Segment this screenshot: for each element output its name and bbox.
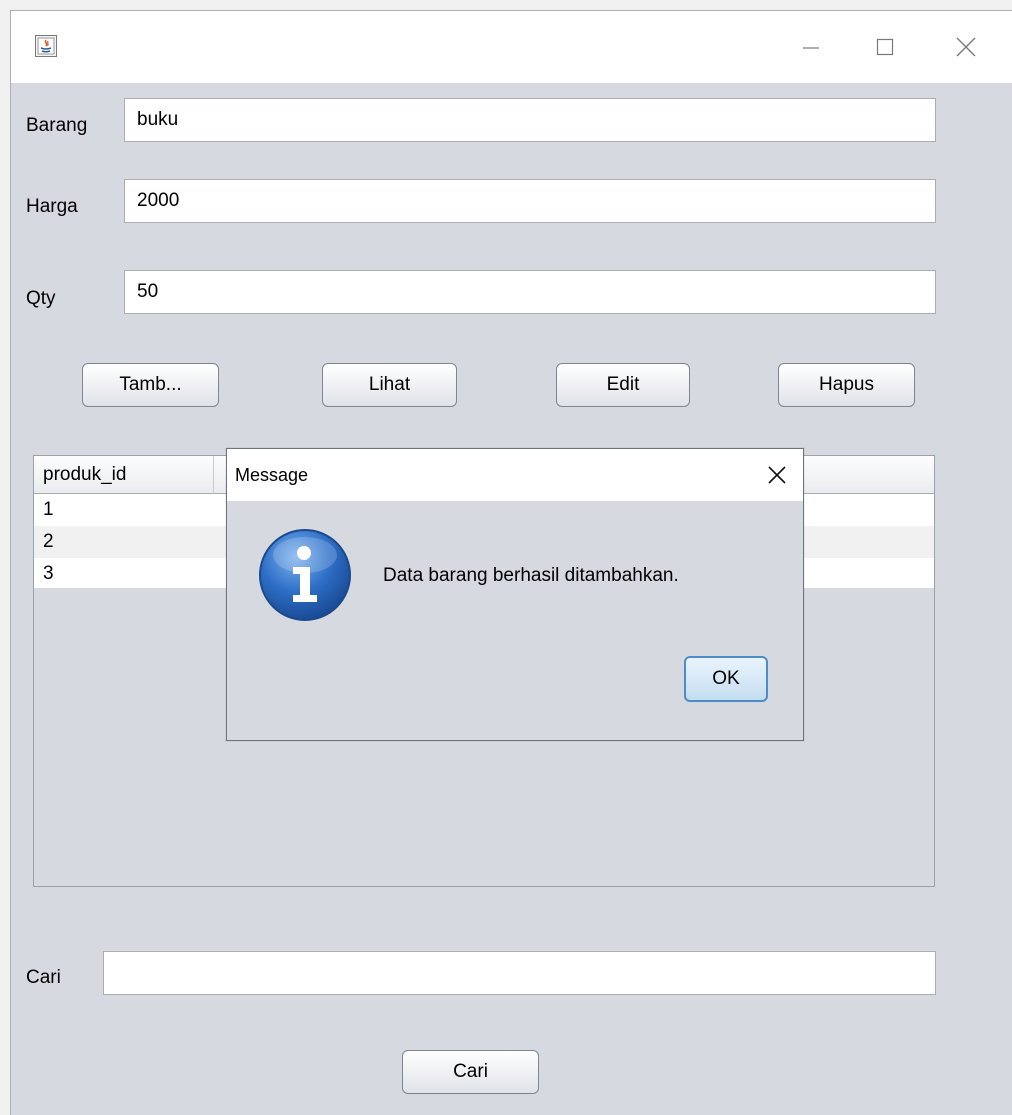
table-cell: 2 [43,531,54,552]
close-button[interactable] [946,29,986,65]
info-icon [259,529,351,621]
title-bar [11,11,1012,83]
dialog-title-bar: Message [227,449,803,501]
close-icon [768,466,786,484]
edit-button[interactable]: Edit [556,363,690,407]
table-cell: 3 [43,563,54,584]
table-cell: 1 [43,499,54,520]
cari-button[interactable]: Cari [402,1050,539,1094]
minimize-button[interactable] [791,29,831,65]
barang-input[interactable] [124,98,936,142]
dialog-close-button[interactable] [761,459,793,491]
column-header-produk-id[interactable]: produk_id [34,456,214,494]
main-window: Barang Harga Qty Tamb... Lihat Edit Hapu… [10,10,1012,1115]
qty-label: Qty [26,288,56,309]
ok-button[interactable]: OK [684,656,768,702]
close-icon [956,37,976,57]
lihat-button[interactable]: Lihat [322,363,457,407]
window-content: Barang Harga Qty Tamb... Lihat Edit Hapu… [11,83,1012,1115]
qty-input[interactable] [124,270,936,314]
message-dialog: Message Data barang berhasil ditambahkan… [226,448,804,741]
cari-input[interactable] [103,951,936,995]
tambah-button[interactable]: Tamb... [82,363,219,407]
maximize-button[interactable] [865,29,905,65]
dialog-message: Data barang berhasil ditambahkan. [383,565,679,586]
barang-label: Barang [26,115,88,136]
java-app-icon [35,35,57,57]
maximize-icon [876,38,894,56]
minimize-icon [803,47,819,49]
harga-label: Harga [26,196,78,217]
harga-input[interactable] [124,179,936,223]
dialog-title: Message [235,465,309,485]
cari-label: Cari [26,967,61,988]
hapus-button[interactable]: Hapus [778,363,915,407]
